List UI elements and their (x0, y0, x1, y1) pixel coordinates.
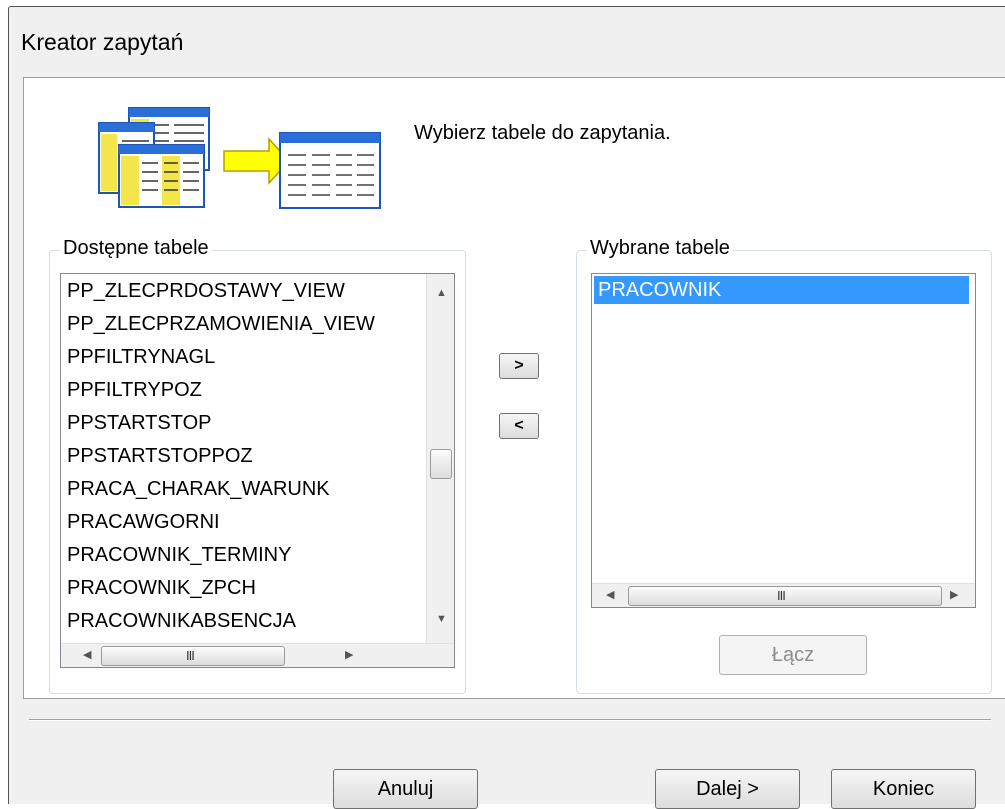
available-horizontal-scrollbar[interactable]: ◀ III ▶ (61, 643, 454, 667)
available-table-item[interactable]: PPSTARTSTOP (67, 412, 211, 435)
join-button[interactable]: Łącz (719, 635, 867, 675)
selected-tables-list[interactable]: PRACOWNIK ◀ III ▶ (591, 273, 976, 608)
available-table-item[interactable]: PPSTARTSTOPPOZ (67, 445, 253, 468)
query-wizard-window: Kreator zapytań Wybierz tabele do zapyta… (8, 6, 1005, 809)
selected-tables-group: Wybrane tabele PRACOWNIK ◀ III ▶ Łącz (576, 237, 992, 694)
vertical-scroll-thumb[interactable] (430, 449, 452, 479)
available-vertical-scrollbar[interactable]: ▲ ▼ (426, 274, 454, 643)
available-table-item[interactable]: PRACOWNIKABSENCJA (67, 610, 296, 633)
wizard-content: Wybierz tabele do zapytania. Dostępne ta… (23, 77, 1005, 699)
next-button[interactable]: Dalej > (655, 769, 800, 809)
footer-separator (29, 719, 991, 721)
scroll-left-icon[interactable]: ◀ (606, 590, 614, 601)
available-table-item[interactable]: PRACAWGORNI (67, 511, 220, 534)
available-tables-list[interactable]: PP_ZLECPRDOSTAWY_VIEW PP_ZLECPRZAMOWIENIA… (60, 273, 455, 668)
finish-button[interactable]: Koniec (831, 769, 976, 809)
horizontal-scroll-thumb[interactable]: III (628, 586, 942, 606)
selected-table-item[interactable]: PRACOWNIK (594, 276, 969, 304)
available-tables-group: Dostępne tabele PP_ZLECPRDOSTAWY_VIEW PP_… (49, 237, 466, 694)
scroll-grip: III (186, 648, 195, 663)
selected-tables-label: Wybrane tabele (587, 237, 733, 260)
available-table-item[interactable]: PRACA_CHARAK_WARUNK (67, 478, 330, 501)
available-table-item[interactable]: PPFILTRYNAGL (67, 346, 215, 369)
scroll-grip: III (777, 588, 786, 603)
available-tables-label: Dostępne tabele (60, 237, 212, 260)
available-table-item[interactable]: PRACOWNIK_TERMINY (67, 544, 291, 567)
instruction-text: Wybierz tabele do zapytania. (414, 122, 671, 144)
scroll-right-icon[interactable]: ▶ (950, 590, 958, 601)
selected-horizontal-scrollbar[interactable]: ◀ III ▶ (592, 583, 975, 607)
title-bar: Kreator zapytań (9, 7, 1005, 77)
cancel-button[interactable]: Anuluj (333, 769, 478, 809)
available-table-item[interactable]: PP_ZLECPRDOSTAWY_VIEW (67, 280, 345, 303)
available-table-item[interactable]: PPFILTRYPOZ (67, 379, 202, 402)
scroll-left-icon[interactable]: ◀ (83, 650, 91, 661)
remove-table-button[interactable]: < (499, 413, 539, 439)
wizard-tables-icon (98, 107, 381, 209)
add-table-button[interactable]: > (499, 353, 539, 379)
scroll-up-icon[interactable]: ▲ (436, 288, 447, 299)
scroll-right-icon[interactable]: ▶ (345, 650, 353, 661)
available-table-item[interactable]: PRACOWNIK_ZPCH (67, 577, 256, 600)
scroll-down-icon[interactable]: ▼ (436, 614, 447, 625)
horizontal-scroll-thumb[interactable]: III (101, 646, 285, 666)
window-title: Kreator zapytań (21, 29, 184, 55)
available-table-item[interactable]: PP_ZLECPRZAMOWIENIA_VIEW (67, 313, 375, 336)
